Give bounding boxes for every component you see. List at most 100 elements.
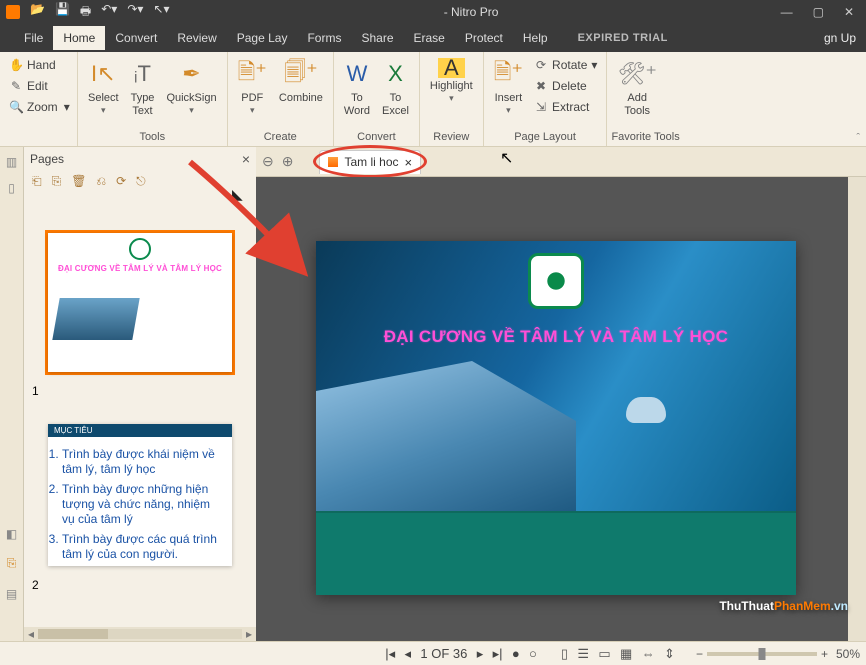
- quicksign-button[interactable]: ✒QuickSign▾: [160, 54, 222, 120]
- add-tools-icon: 🛠⁺: [617, 58, 657, 90]
- open-icon[interactable]: 📂: [30, 2, 45, 23]
- zoom-tool[interactable]: 🔍Zoom▾: [6, 98, 71, 116]
- create-group-label: Create: [232, 131, 329, 146]
- to-word-button[interactable]: WTo Word: [338, 54, 376, 121]
- hand-tool[interactable]: ✋Hand: [6, 56, 71, 74]
- quick-access-toolbar: 📂 💾 🖶 ↶▾ ↷▾ ↖▾: [26, 2, 173, 23]
- add-tools-button[interactable]: 🛠⁺Add Tools: [611, 54, 663, 121]
- document-tab[interactable]: Tam li hoc ×: [319, 150, 421, 174]
- to-excel-button[interactable]: XTo Excel: [376, 54, 415, 121]
- ribbon: ✋Hand ✎Edit 🔍Zoom▾ I↖Select▾ ᵢTType Text…: [0, 52, 866, 147]
- workspace: ▥ ▯ ◧ ⎘ ▤ Pages × ⎗ ⎘ 🗑 ⎌ ⟳ ⎋ ĐẠI CƯƠNG …: [0, 147, 866, 641]
- layers-icon[interactable]: ◧: [6, 527, 17, 541]
- tab-home[interactable]: Home: [53, 26, 105, 50]
- combine-button[interactable]: 🗐⁺Combine: [273, 54, 329, 109]
- zoom-minus-icon[interactable]: −: [696, 647, 703, 661]
- tab-forms[interactable]: Forms: [297, 26, 351, 50]
- page-indicator[interactable]: 1 OF 36: [417, 646, 470, 661]
- signup-link[interactable]: gn Up: [824, 31, 866, 45]
- pagelayout-group-label: Page Layout: [488, 131, 603, 146]
- type-text-icon: ᵢT: [134, 58, 151, 90]
- zoom-in-icon[interactable]: ⊕: [278, 153, 298, 170]
- edit-tool[interactable]: ✎Edit: [6, 77, 71, 95]
- save-icon[interactable]: 💾: [55, 2, 70, 23]
- fit-width-icon[interactable]: ⇔: [639, 646, 658, 661]
- page-number-1: 1: [32, 384, 248, 398]
- insert-page-icon[interactable]: ⎗: [32, 174, 42, 189]
- delete-button[interactable]: ✖Delete: [531, 77, 600, 95]
- close-tab-icon[interactable]: ×: [405, 155, 413, 170]
- quicksign-icon: ✒: [182, 58, 200, 90]
- rotate-page-icon[interactable]: ⟳: [116, 174, 126, 189]
- continuous-icon[interactable]: ☰: [574, 646, 592, 661]
- delete-page-icon[interactable]: 🗑: [71, 174, 86, 189]
- replace-page-icon[interactable]: ⎌: [96, 174, 106, 189]
- facing-icon[interactable]: ▭: [595, 646, 613, 661]
- select-button[interactable]: I↖Select▾: [82, 54, 125, 120]
- select-icon: I↖: [91, 58, 116, 90]
- slide-title: ĐẠI CƯƠNG VỀ TÂM LÝ VÀ TÂM LÝ HỌC: [316, 327, 796, 347]
- print-icon[interactable]: 🖶: [80, 2, 91, 23]
- vertical-scrollbar[interactable]: [848, 177, 866, 641]
- last-page-icon[interactable]: ▸|: [490, 646, 506, 661]
- minimize-button[interactable]: —: [781, 5, 793, 19]
- pdf-button[interactable]: 🗎⁺PDF▾: [232, 54, 273, 120]
- pages-hscroll[interactable]: ◂▸: [24, 627, 256, 641]
- trial-label: EXPIRED TRIAL: [578, 32, 668, 44]
- slide-logo: [528, 253, 584, 309]
- cursor-dropdown-icon[interactable]: ↖▾: [153, 2, 169, 23]
- extract-button[interactable]: ⇲Extract: [531, 98, 600, 116]
- first-page-icon[interactable]: |◂: [382, 646, 398, 661]
- app-icon: [6, 5, 20, 19]
- doc-tab-bar: ⊖ ⊕ Tam li hoc ×: [256, 147, 866, 177]
- close-button[interactable]: ✕: [844, 5, 854, 19]
- combine-icon: 🗐⁺: [284, 58, 318, 90]
- undo-icon[interactable]: ↶▾: [101, 2, 117, 23]
- crop-page-icon[interactable]: ⎋: [136, 174, 146, 189]
- tab-review[interactable]: Review: [167, 26, 226, 50]
- attachments-icon[interactable]: ⎘: [7, 556, 17, 571]
- maximize-button[interactable]: ▢: [813, 5, 824, 19]
- extract-page-icon[interactable]: ⎘: [52, 174, 62, 189]
- type-text-button[interactable]: ᵢTType Text: [125, 54, 161, 121]
- pages-header: Pages: [30, 152, 242, 166]
- back-view-icon[interactable]: ●: [509, 646, 523, 661]
- next-page-icon[interactable]: ▸: [474, 646, 487, 661]
- zoom-percent[interactable]: 50%: [836, 647, 860, 661]
- single-page-icon[interactable]: ▯: [558, 646, 571, 661]
- redo-icon[interactable]: ↷▾: [127, 2, 143, 23]
- excel-icon: X: [388, 58, 403, 90]
- insert-button[interactable]: 🗎⁺Insert▾: [488, 54, 529, 120]
- delete-icon: ✖: [534, 79, 548, 93]
- document-canvas[interactable]: ĐẠI CƯƠNG VỀ TÂM LÝ VÀ TÂM LÝ HỌC: [256, 177, 848, 641]
- page-view: ĐẠI CƯƠNG VỀ TÂM LÝ VÀ TÂM LÝ HỌC: [316, 241, 796, 595]
- tab-protect[interactable]: Protect: [455, 26, 513, 50]
- tab-share[interactable]: Share: [351, 26, 403, 50]
- insert-icon: 🗎⁺: [494, 58, 523, 90]
- tools-group-label: Tools: [82, 131, 223, 146]
- fit-page-icon[interactable]: ⇕: [661, 646, 678, 661]
- page-thumbnail-1[interactable]: ĐẠI CƯƠNG VỀ TÂM LÝ VÀ TÂM LÝ HỌC: [46, 231, 234, 374]
- bookmarks-icon[interactable]: ▯: [8, 181, 15, 195]
- window-title: - Nitro Pro: [173, 5, 768, 19]
- page-thumbnail-2[interactable]: MỤC TIÊU Trình bày được khái niệm về tâm…: [46, 422, 234, 568]
- fwd-view-icon[interactable]: ○: [526, 646, 540, 661]
- left-rail: ▥ ▯ ◧ ⎘ ▤: [0, 147, 24, 641]
- tab-convert[interactable]: Convert: [105, 26, 167, 50]
- pages-panel-icon[interactable]: ▥: [6, 155, 17, 169]
- tab-file[interactable]: File: [14, 26, 53, 50]
- zoom-out-icon[interactable]: ⊖: [258, 153, 278, 170]
- close-panel-icon[interactable]: ×: [242, 151, 250, 167]
- highlight-button[interactable]: AHighlight▾: [424, 54, 479, 108]
- collapse-ribbon-icon[interactable]: ˆ: [856, 132, 860, 144]
- rotate-button[interactable]: ⟳Rotate▾: [531, 56, 600, 74]
- facing-cont-icon[interactable]: ▦: [617, 646, 635, 661]
- signatures-icon[interactable]: ▤: [6, 587, 17, 601]
- tab-help[interactable]: Help: [513, 26, 558, 50]
- tab-erase[interactable]: Erase: [404, 26, 455, 50]
- prev-page-icon[interactable]: ◂: [402, 646, 415, 661]
- tab-pagelay[interactable]: Page Lay: [227, 26, 298, 50]
- menu-bar: File Home Convert Review Page Lay Forms …: [0, 24, 866, 52]
- zoom-plus-icon[interactable]: +: [821, 647, 828, 661]
- zoom-slider[interactable]: [707, 652, 817, 656]
